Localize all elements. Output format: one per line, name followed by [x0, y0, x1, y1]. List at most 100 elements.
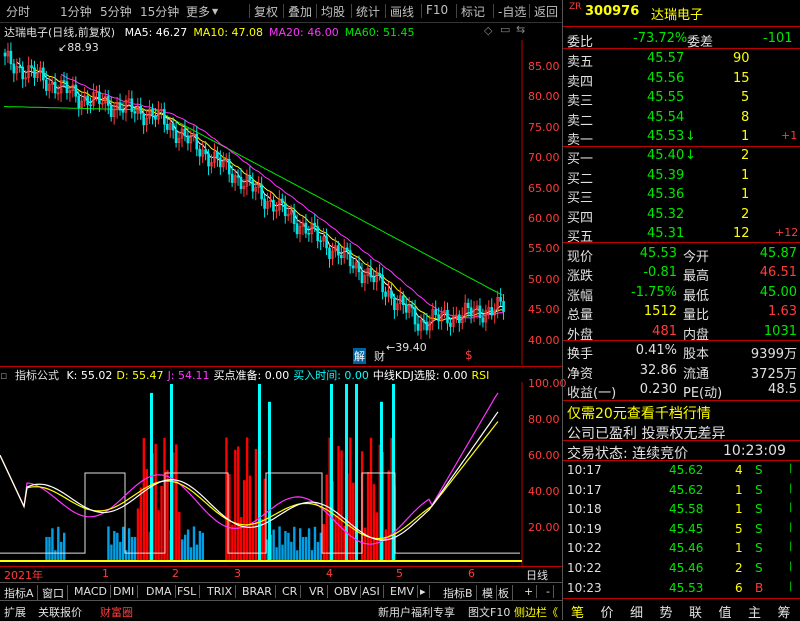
indicator-bar [272, 529, 275, 562]
bottom-left-2[interactable]: 财富圈 [100, 604, 133, 620]
candle-body [204, 149, 207, 155]
tab-17[interactable]: + [524, 585, 538, 598]
candle-body [86, 95, 89, 106]
tab-0[interactable]: 指标A [4, 585, 38, 601]
quote-footer-tab-3[interactable]: 势 [660, 602, 673, 621]
tab-2[interactable]: MACD [74, 585, 111, 598]
toolbar-right-item-2[interactable]: 均股 [321, 3, 345, 20]
indicator-chart[interactable] [0, 382, 562, 566]
candle-body [283, 202, 287, 217]
more-chevron-icon[interactable]: ▼ [212, 7, 218, 16]
ask-row[interactable]: 卖二 45.54 8 [563, 108, 800, 129]
tab-16[interactable]: 板 [498, 585, 513, 601]
candle-body [198, 148, 201, 157]
candle-body [30, 65, 33, 69]
y-axis-label: 40.00 [528, 333, 560, 347]
toolbar-right-item-7[interactable]: -自选 [498, 3, 526, 20]
indicator-bar [251, 522, 255, 562]
tab-1[interactable]: 窗口 [42, 585, 68, 601]
promo-banner[interactable]: 仅需20元查看千档行情 [563, 401, 800, 422]
bid-row[interactable]: 买五 45.31 12 +12 [563, 224, 800, 245]
indicator-toggle-icon[interactable]: ▫ [0, 369, 7, 382]
tab-7[interactable]: BRAR [242, 585, 276, 598]
quote-footer-tab-2[interactable]: 细 [630, 602, 643, 621]
tab-14[interactable]: 指标B [443, 585, 477, 601]
tab-5[interactable]: FSL [177, 585, 201, 598]
toolbar-item-0[interactable]: 分时 [6, 3, 30, 20]
tab-8[interactable]: CR [282, 585, 302, 598]
ask-row[interactable]: 卖五 45.57 90 [563, 49, 800, 70]
quote-footer-tab-7[interactable]: 筹 [778, 602, 791, 621]
toolbar-item-3[interactable]: 15分钟 [140, 3, 179, 20]
period-label[interactable]: 日线 [526, 567, 548, 583]
indicator-name[interactable]: 指标公式 [15, 369, 59, 382]
dollar-marker[interactable]: $ [465, 348, 473, 362]
tick-row: 10:22 45.46 1 S | [567, 541, 793, 556]
tab-18[interactable]: - [546, 585, 554, 598]
indicator-y-label: 20.00 [528, 521, 560, 534]
tab-13[interactable]: ▸ [420, 585, 430, 598]
tab-15[interactable]: 模 [482, 585, 497, 601]
bottom-bar: 扩展 关联报价 财富圈 新用户福利专享 图文F10 侧边栏《 [0, 600, 562, 621]
ask-row[interactable]: 卖一 45.53 1 +1 ↓ [563, 127, 800, 148]
candle-body [62, 80, 66, 82]
toolbar-right-item-8[interactable]: 返回 [534, 3, 558, 20]
jie-marker[interactable]: 解 [353, 348, 366, 364]
bid-row[interactable]: 买三 45.36 1 [563, 185, 800, 206]
toolbar-right-item-4[interactable]: 画线 [390, 3, 414, 20]
stat2-row: 收益(一) 0.230 PE(动) 48.5 [567, 382, 797, 401]
indicator-bar [45, 536, 48, 562]
tab-10[interactable]: OBV [334, 585, 362, 598]
quote-footer-tab-1[interactable]: 价 [601, 602, 614, 621]
quote-footer-tab-5[interactable]: 值 [719, 602, 732, 621]
indicator-bar [366, 471, 370, 562]
tab-12[interactable]: EMV [390, 585, 418, 598]
quote-footer-tab-0[interactable]: 笔 [571, 602, 584, 621]
indicator-bar [189, 547, 193, 562]
tab-11[interactable]: ASI [362, 585, 384, 598]
settings-icon[interactable]: ◇ [484, 24, 492, 37]
indicator-bar [301, 537, 305, 562]
indicator-bar [63, 532, 66, 562]
bottom-left-0[interactable]: 扩展 [4, 604, 26, 620]
ask-row[interactable]: 卖四 45.56 15 [563, 69, 800, 90]
bottom-right-2[interactable]: 侧边栏《 [514, 604, 558, 620]
toolbar-right-item-1[interactable]: 叠加 [288, 3, 312, 20]
candle-body [74, 84, 78, 97]
indicator-bar [122, 526, 125, 562]
toolbar-right-item-3[interactable]: 统计 [356, 3, 380, 20]
collapse-icon[interactable]: ▭ [500, 23, 510, 36]
toolbar-right-item-0[interactable]: 复权 [254, 3, 278, 20]
close-icon[interactable]: ⇆ [516, 23, 525, 36]
quote-footer-tab-4[interactable]: 联 [689, 602, 702, 621]
bid-row[interactable]: 买二 45.39 1 [563, 166, 800, 187]
quote-panel: ZR 300976 达瑞电子 委比 -73.72% 委差 -101 卖五 45.5… [562, 0, 800, 621]
indicator-bar [133, 536, 137, 562]
toolbar-item-4[interactable]: 更多 [186, 3, 210, 20]
kline-chart[interactable] [0, 40, 562, 365]
toolbar-item-2[interactable]: 5分钟 [100, 3, 132, 20]
toolbar-right-item-6[interactable]: 标记 [461, 3, 485, 20]
indicator-bar [307, 528, 311, 562]
bid-row[interactable]: 买四 45.32 2 [563, 205, 800, 226]
tab-9[interactable]: VR [309, 585, 329, 598]
quote-footer-tab-6[interactable]: 主 [748, 602, 761, 621]
indicator-bar [275, 547, 278, 562]
ask-row[interactable]: 卖三 45.55 5 [563, 88, 800, 109]
toolbar-right-item-5[interactable]: F10 [426, 3, 448, 17]
candle-body [151, 108, 154, 116]
toolbar-item-1[interactable]: 1分钟 [60, 3, 92, 20]
bid-row[interactable]: 买一 45.40 2 ↓ [563, 146, 800, 167]
candle-body [481, 317, 485, 323]
bottom-left-1[interactable]: 关联报价 [38, 604, 82, 620]
candle-body [307, 232, 311, 235]
y-axis-label: 55.00 [528, 242, 560, 256]
indicator-y-label: 60.00 [528, 449, 560, 462]
tab-4[interactable]: DMA [146, 585, 176, 598]
tab-6[interactable]: TRIX [207, 585, 237, 598]
indicator-bar [234, 449, 237, 562]
bottom-right-0[interactable]: 新用户福利专享 [378, 604, 455, 620]
cai-marker[interactable]: 财 [374, 348, 385, 364]
tab-3[interactable]: DMI [113, 585, 139, 598]
bottom-right-1[interactable]: 图文F10 [468, 604, 510, 620]
